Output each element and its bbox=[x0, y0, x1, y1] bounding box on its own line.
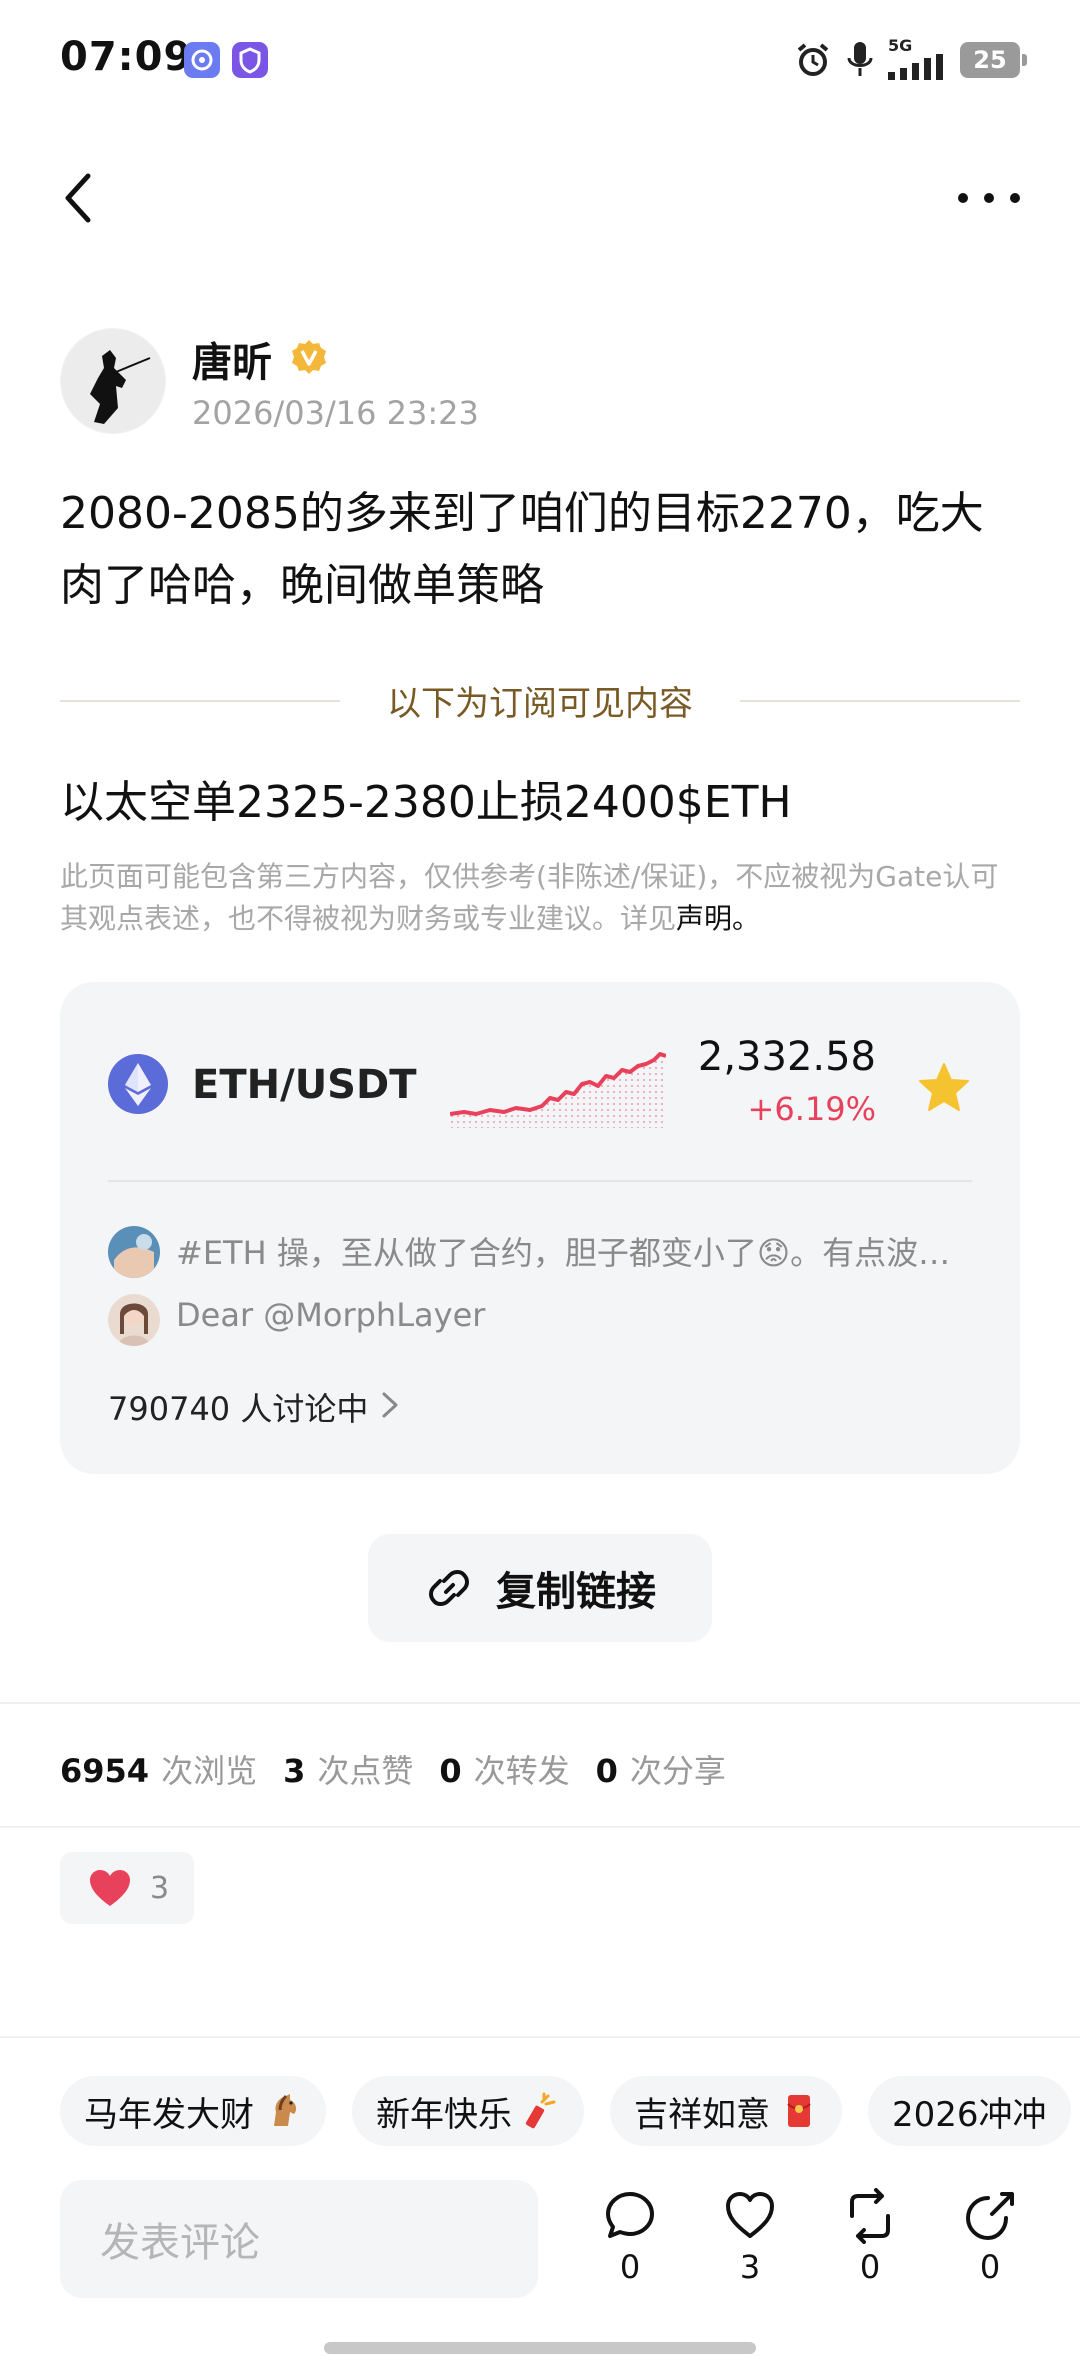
pair-price: 2,332.58 bbox=[697, 1034, 876, 1080]
price-sparkline bbox=[450, 1052, 666, 1128]
reaction-count: 3 bbox=[150, 1870, 170, 1906]
share-action[interactable]: 0 bbox=[950, 2188, 1030, 2300]
stat-views: 6954 次浏览 bbox=[60, 1746, 257, 1792]
subscription-divider: 以下为订阅可见内容 bbox=[60, 666, 1020, 736]
author-name[interactable]: 唐昕 bbox=[192, 330, 272, 388]
stat-number: 6954 bbox=[60, 1752, 150, 1790]
trading-pair: ETH/USDT bbox=[192, 1062, 417, 1108]
subscribed-content: 以太空单2325-2380止损2400$ETH bbox=[60, 777, 792, 828]
post-date: 2026/03/16 23:23 bbox=[192, 394, 479, 432]
stat-reposts: 0 次转发 bbox=[439, 1746, 569, 1792]
repost-count: 0 bbox=[859, 2248, 881, 2286]
comment-input[interactable]: 发表评论 bbox=[60, 2180, 538, 2298]
post-body: 2080-2085的多来到了咱们的目标2270，吃大肉了哈哈，晚间做单策略 bbox=[60, 488, 984, 611]
app-notification-icon bbox=[184, 42, 220, 78]
comment-icon bbox=[606, 2192, 654, 2238]
market-card[interactable]: ETH/USDT 2,332.58 +6.19% #ETH 操，至从做了合约，胆… bbox=[60, 982, 1020, 1474]
quick-chip[interactable]: 2026冲冲 bbox=[868, 2076, 1071, 2146]
repost-action[interactable]: 0 bbox=[830, 2188, 910, 2300]
chip-label: 吉祥如意 bbox=[634, 2094, 770, 2135]
stat-label: 次转发 bbox=[473, 1752, 570, 1790]
stat-label: 次分享 bbox=[629, 1752, 726, 1790]
more-horizontal-icon[interactable] bbox=[954, 178, 1024, 218]
horse-emoji bbox=[274, 2094, 297, 2126]
heart-icon bbox=[90, 1870, 130, 1906]
quick-chip[interactable]: 马年发大财 bbox=[60, 2076, 326, 2146]
microphone-icon bbox=[847, 42, 873, 76]
stat-likes: 3 次点赞 bbox=[283, 1746, 413, 1792]
home-indicator[interactable] bbox=[324, 2342, 756, 2354]
discussion-count[interactable]: 790740 人讨论中 bbox=[108, 1384, 368, 1430]
repost-icon bbox=[850, 2188, 890, 2244]
heart-outline-icon bbox=[726, 2192, 774, 2238]
star-icon[interactable] bbox=[916, 1060, 972, 1116]
copy-link-label: 复制链接 bbox=[496, 1569, 656, 1615]
stat-number: 0 bbox=[595, 1752, 618, 1790]
chip-label: 马年发大财 bbox=[84, 2094, 254, 2135]
eth-icon bbox=[108, 1054, 168, 1114]
comment-count: 0 bbox=[619, 2248, 641, 2286]
divider bbox=[0, 1702, 1080, 1704]
stat-shares: 0 次分享 bbox=[596, 1746, 726, 1792]
feed-item[interactable]: #ETH 操，至从做了合约，胆子都变小了😟。有点波… bbox=[176, 1228, 976, 1274]
link-icon bbox=[429, 1570, 469, 1606]
quick-chip[interactable]: 吉祥如意 bbox=[610, 2076, 842, 2146]
feed-avatar bbox=[108, 1226, 160, 1278]
chevron-right-icon[interactable] bbox=[378, 1388, 402, 1422]
status-icons: 5G 25 bbox=[794, 36, 1027, 82]
like-action[interactable]: 3 bbox=[710, 2188, 790, 2300]
disclaimer-text: 此页面可能包含第三方内容，仅供参考(非陈述/保证)，不应被视为Gate认可其观点… bbox=[60, 860, 999, 935]
author-avatar[interactable] bbox=[60, 328, 166, 434]
signal-indicator: 5G bbox=[888, 36, 946, 80]
status-time: 07:09 bbox=[60, 34, 193, 80]
disclaimer-link[interactable]: 声明。 bbox=[676, 902, 760, 935]
heart-reaction[interactable]: 3 bbox=[60, 1852, 194, 1924]
copy-link-button[interactable]: 复制链接 bbox=[368, 1534, 712, 1642]
bottom-panel: 马年发大财 新年快乐 吉祥如意 2026冲冲 发表评论 0 3 0 0 bbox=[0, 2036, 1080, 2376]
card-divider bbox=[108, 1180, 972, 1182]
signal-icon bbox=[888, 54, 943, 80]
divider bbox=[0, 1826, 1080, 1828]
like-count: 3 bbox=[739, 2248, 761, 2286]
stat-number: 3 bbox=[283, 1752, 306, 1790]
verified-badge-icon bbox=[292, 340, 326, 374]
shield-app-icon bbox=[232, 42, 268, 78]
status-bar: 07:09 5G 25 bbox=[0, 0, 1080, 120]
comment-action[interactable]: 0 bbox=[590, 2188, 670, 2300]
chip-label: 2026冲冲 bbox=[892, 2094, 1047, 2135]
quick-reply-chips: 马年发大财 新年快乐 吉祥如意 2026冲冲 bbox=[60, 2076, 1071, 2146]
share-icon bbox=[965, 2192, 1014, 2241]
pair-change: +6.19% bbox=[747, 1090, 876, 1128]
disclaimer: 此页面可能包含第三方内容，仅供参考(非陈述/保证)，不应被视为Gate认可其观点… bbox=[60, 856, 1020, 940]
chip-label: 新年快乐 bbox=[376, 2094, 512, 2135]
divider-line-right bbox=[740, 700, 1020, 702]
alarm-icon bbox=[797, 43, 829, 76]
network-type: 5G bbox=[888, 36, 913, 55]
back-icon[interactable] bbox=[56, 168, 100, 228]
stat-label: 次浏览 bbox=[161, 1752, 258, 1790]
feed-avatar bbox=[108, 1294, 160, 1346]
battery-level: 25 bbox=[973, 46, 1007, 74]
share-count: 0 bbox=[979, 2248, 1001, 2286]
stat-label: 次点赞 bbox=[317, 1752, 414, 1790]
battery-indicator: 25 bbox=[960, 42, 1027, 78]
stat-number: 0 bbox=[439, 1752, 462, 1790]
feed-item[interactable]: Dear @MorphLayer bbox=[176, 1296, 976, 1334]
quick-chip[interactable]: 新年快乐 bbox=[352, 2076, 584, 2146]
firecracker-emoji bbox=[525, 2092, 556, 2129]
red-envelope-emoji bbox=[787, 2095, 811, 2127]
post-stats: 6954 次浏览 3 次点赞 0 次转发 0 次分享 bbox=[60, 1746, 726, 1792]
